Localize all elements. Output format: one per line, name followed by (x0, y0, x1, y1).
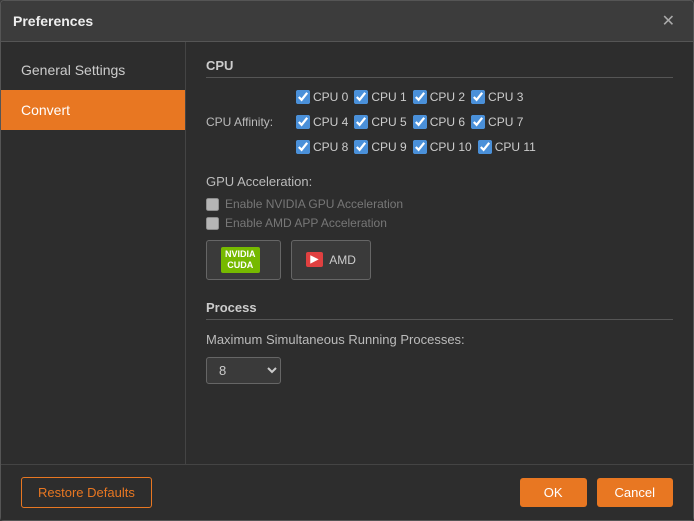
process-section: Process Maximum Simultaneous Running Pro… (206, 300, 673, 384)
gpu-section: GPU Acceleration: Enable NVIDIA GPU Acce… (206, 174, 673, 280)
cpu5-check[interactable]: CPU 5 (354, 115, 406, 129)
close-button[interactable]: ✕ (656, 9, 681, 33)
dialog-body: General Settings Convert CPU CPU 0 CPU 1… (1, 42, 693, 464)
cpu-section-header: CPU (206, 58, 673, 78)
cpu-row-2: CPU Affinity: CPU 4 CPU 5 CPU 6 CPU 7 (206, 115, 673, 129)
process-max-label: Maximum Simultaneous Running Processes: (206, 332, 673, 347)
cpu-row-1: CPU 0 CPU 1 CPU 2 CPU 3 (206, 90, 673, 104)
nvidia-checkbox[interactable] (206, 198, 219, 211)
main-content: CPU CPU 0 CPU 1 CPU 2 CPU 3 CPU Affinity… (186, 42, 693, 464)
sidebar-item-general-settings[interactable]: General Settings (1, 50, 185, 90)
cpu3-check[interactable]: CPU 3 (471, 90, 523, 104)
cpu-checkboxes-row2: CPU 4 CPU 5 CPU 6 CPU 7 (296, 115, 523, 129)
process-select-row: 1 2 3 4 5 6 7 8 9 10 11 12 (206, 357, 673, 384)
cpu-checkboxes-row3: CPU 8 CPU 9 CPU 10 CPU 11 (296, 140, 536, 154)
cpu4-check[interactable]: CPU 4 (296, 115, 348, 129)
dialog-title: Preferences (13, 13, 93, 29)
cpu11-check[interactable]: CPU 11 (478, 140, 536, 154)
cpu-rows: CPU 0 CPU 1 CPU 2 CPU 3 CPU Affinity: CP… (206, 90, 673, 160)
amd-btn-label: AMD (329, 253, 356, 267)
amd-logo: ▶ (306, 252, 324, 267)
cpu7-check[interactable]: CPU 7 (471, 115, 523, 129)
nvidia-option-label: Enable NVIDIA GPU Acceleration (225, 197, 403, 211)
cpu-row-3: CPU 8 CPU 9 CPU 10 CPU 11 (206, 140, 673, 154)
amd-checkbox[interactable] (206, 217, 219, 230)
process-section-header: Process (206, 300, 673, 320)
nvidia-button[interactable]: NVIDIACUDA (206, 240, 281, 280)
cancel-button[interactable]: Cancel (597, 478, 673, 507)
preferences-dialog: Preferences ✕ General Settings Convert C… (0, 0, 694, 521)
cpu1-check[interactable]: CPU 1 (354, 90, 406, 104)
footer-right-buttons: OK Cancel (520, 478, 673, 507)
amd-button[interactable]: ▶ AMD (291, 240, 371, 280)
sidebar-item-convert[interactable]: Convert (1, 90, 185, 130)
gpu-section-label: GPU Acceleration: (206, 174, 673, 189)
gpu-buttons: NVIDIACUDA ▶ AMD (206, 240, 673, 280)
cpu-affinity-label: CPU Affinity: (206, 115, 296, 129)
cpu2-check[interactable]: CPU 2 (413, 90, 465, 104)
cpu8-check[interactable]: CPU 8 (296, 140, 348, 154)
ok-button[interactable]: OK (520, 478, 587, 507)
amd-option: Enable AMD APP Acceleration (206, 216, 673, 230)
cpu10-check[interactable]: CPU 10 (413, 140, 472, 154)
sidebar: General Settings Convert (1, 42, 186, 464)
nvidia-option: Enable NVIDIA GPU Acceleration (206, 197, 673, 211)
dialog-footer: Restore Defaults OK Cancel (1, 464, 693, 520)
cpu-checkboxes-row1: CPU 0 CPU 1 CPU 2 CPU 3 (296, 90, 523, 104)
cpu9-check[interactable]: CPU 9 (354, 140, 406, 154)
process-select[interactable]: 1 2 3 4 5 6 7 8 9 10 11 12 (206, 357, 281, 384)
amd-option-label: Enable AMD APP Acceleration (225, 216, 387, 230)
cpu6-check[interactable]: CPU 6 (413, 115, 465, 129)
nvidia-logo: NVIDIACUDA (221, 247, 260, 273)
restore-defaults-button[interactable]: Restore Defaults (21, 477, 152, 508)
titlebar: Preferences ✕ (1, 1, 693, 42)
cpu0-check[interactable]: CPU 0 (296, 90, 348, 104)
